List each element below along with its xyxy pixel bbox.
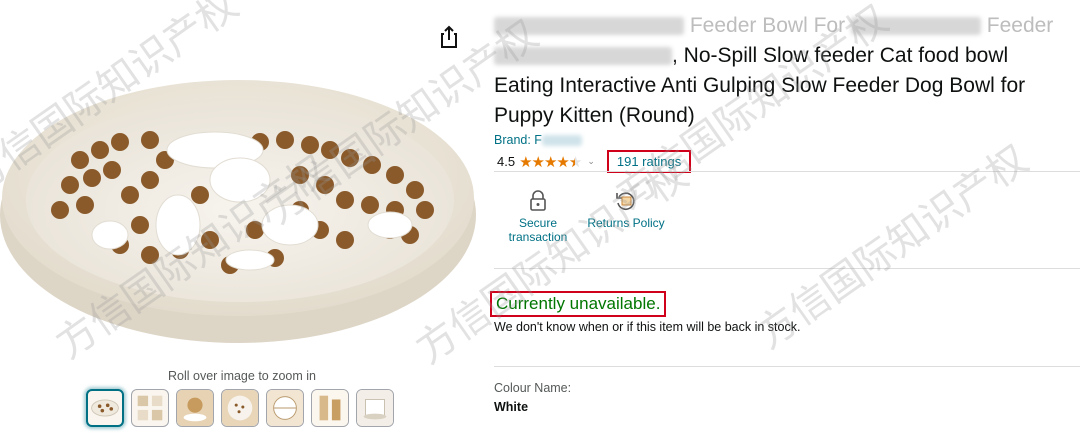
image-gallery: Roll over image to zoom in xyxy=(0,0,490,441)
divider xyxy=(494,171,1080,172)
availability-status: Currently unavailable. xyxy=(490,291,667,317)
redacted-text xyxy=(494,47,672,66)
redacted-text xyxy=(494,17,684,36)
divider xyxy=(494,268,1080,269)
availability-message: We don't know when or if this item will … xyxy=(494,320,801,334)
chevron-down-icon[interactable]: ⌄ xyxy=(587,156,595,167)
star-rating-icon[interactable]: ★★★★★★ xyxy=(519,153,582,171)
rating-row: 4.5 ★★★★★★ ⌄ 191 ratings xyxy=(497,150,692,173)
returns-policy-badge[interactable]: Returns Policy xyxy=(584,190,668,230)
main-product-image[interactable] xyxy=(0,30,490,360)
thumb-usage-cat[interactable] xyxy=(311,389,349,427)
rating-value: 4.5 xyxy=(497,154,516,169)
thumbnail-strip xyxy=(86,389,401,427)
title-line-1: Feeder Bowl For Feeder xyxy=(494,11,1080,41)
thumb-package[interactable] xyxy=(356,389,394,427)
thumb-feature-grid[interactable] xyxy=(131,389,169,427)
title-line-2: , No-Spill Slow feeder Cat food bowl xyxy=(494,41,1080,71)
lock-icon xyxy=(530,190,546,211)
divider xyxy=(494,366,1080,367)
product-title: Feeder Bowl For Feeder , No-Spill Slow f… xyxy=(494,11,1080,131)
secure-label-2: transaction xyxy=(508,230,568,244)
secure-transaction-badge[interactable]: Secure transaction xyxy=(504,190,572,244)
ratings-count-link[interactable]: 191 ratings xyxy=(606,150,692,173)
thumb-dimensions[interactable] xyxy=(266,389,304,427)
product-info: Feeder Bowl For Feeder , No-Spill Slow f… xyxy=(490,0,1080,441)
returns-icon xyxy=(616,192,635,210)
variation-label: Colour Name: xyxy=(494,381,572,395)
redacted-text xyxy=(541,135,582,147)
redacted-text xyxy=(850,17,981,36)
secure-label-1: Secure xyxy=(518,216,558,230)
title-line-3: Eating Interactive Anti Gulping Slow Fee… xyxy=(494,74,1026,97)
thumb-bowl-kibble[interactable] xyxy=(221,389,259,427)
variation-value: White xyxy=(494,400,529,414)
zoom-hint: Roll over image to zoom in xyxy=(168,369,316,383)
brand-link[interactable]: Brand: F xyxy=(494,133,582,147)
title-line-4: Puppy Kitten (Round) xyxy=(494,104,695,127)
returns-label: Returns Policy xyxy=(587,216,665,230)
thumb-bowl-top[interactable] xyxy=(86,389,124,427)
thumb-lifestyle-dog[interactable] xyxy=(176,389,214,427)
